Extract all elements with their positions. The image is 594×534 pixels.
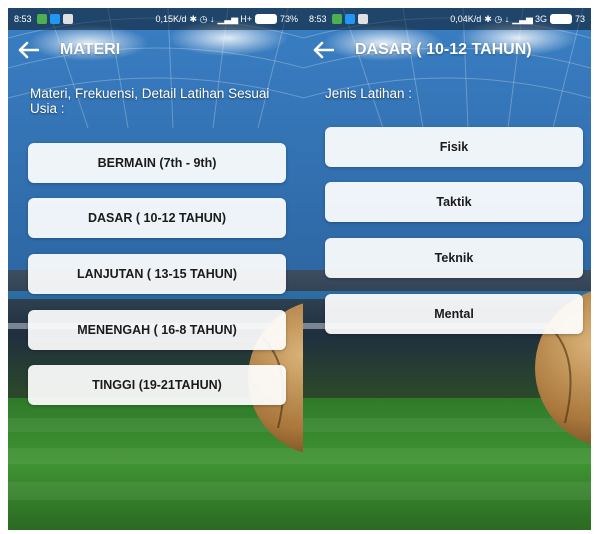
back-arrow-icon	[313, 41, 334, 59]
page-title: DASAR ( 10-12 TAHUN)	[355, 41, 532, 58]
bluetooth-alarm-icons: ✱ ◷ ↓	[484, 13, 510, 24]
status-bar: 8:53 0,15K/d ✱ ◷ ↓ ▁▃▅ H+ 73%	[8, 8, 304, 30]
menu-item-fisik[interactable]: Fisik	[325, 127, 583, 167]
network-type: 3G	[534, 14, 547, 24]
app-bar: MATERI	[8, 30, 304, 70]
menu-item-menengah[interactable]: MENENGAH ( 16-8 TAHUN)	[28, 310, 286, 350]
back-button[interactable]	[309, 36, 337, 64]
menu-item-lanjutan[interactable]: LANJUTAN ( 13-15 TAHUN)	[28, 254, 286, 294]
app-notification-icon	[357, 14, 368, 24]
network-speed: 0,04K/d	[450, 14, 482, 24]
menu-item-mental[interactable]: Mental	[325, 294, 583, 334]
menu-item-tinggi[interactable]: TINGGI (19-21TAHUN)	[28, 365, 286, 405]
battery-icon	[254, 14, 277, 24]
page-title: MATERI	[60, 41, 121, 58]
app-notification-icon	[62, 14, 73, 24]
status-time: 8:53	[309, 14, 327, 24]
battery-icon	[549, 14, 572, 24]
signal-icon: ▁▃▅	[217, 13, 239, 24]
app-bar: DASAR ( 10-12 TAHUN)	[303, 30, 591, 70]
menu-item-dasar[interactable]: DASAR ( 10-12 TAHUN)	[28, 198, 286, 238]
back-button[interactable]	[14, 36, 42, 64]
menu-item-taktik[interactable]: Taktik	[325, 182, 583, 222]
app-notification-icon	[49, 14, 60, 24]
battery-percent: 73	[574, 14, 585, 24]
app-notification-icon	[331, 14, 342, 24]
menu-item-bermain[interactable]: BERMAIN (7th - 9th)	[28, 143, 286, 183]
section-subtitle: Materi, Frekuensi, Detail Latihan Sesuai…	[30, 86, 270, 116]
menu-item-teknik[interactable]: Teknik	[325, 238, 583, 278]
back-arrow-icon	[18, 41, 39, 59]
signal-icon: ▁▃▅	[512, 13, 533, 24]
battery-percent: 73%	[279, 14, 298, 24]
network-speed: 0,15K/d	[155, 14, 187, 24]
right-phone-screen: 8:53 0,04K/d ✱ ◷ ↓ ▁▃▅ 3G 73 DASAR ( 10-…	[303, 8, 591, 530]
bluetooth-alarm-icons: ✱ ◷ ↓	[189, 13, 215, 24]
app-notification-icon	[344, 14, 355, 24]
app-notification-icon	[36, 14, 47, 24]
section-subtitle: Jenis Latihan :	[325, 86, 413, 101]
status-bar: 8:53 0,04K/d ✱ ◷ ↓ ▁▃▅ 3G 73	[303, 8, 591, 30]
left-phone-screen: 8:53 0,15K/d ✱ ◷ ↓ ▁▃▅ H+ 73% MATERI Mat…	[8, 8, 304, 530]
status-time: 8:53	[14, 14, 32, 24]
network-type: H+	[240, 14, 252, 24]
